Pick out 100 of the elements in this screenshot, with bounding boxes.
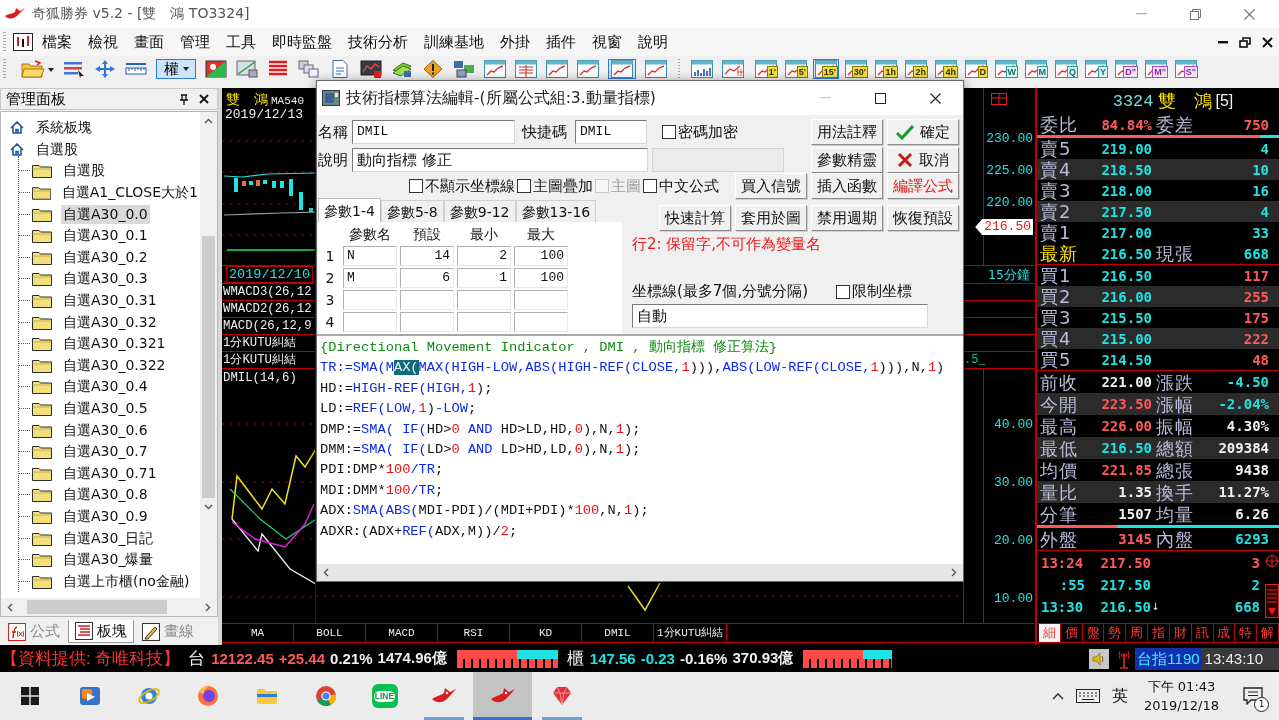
close-icon[interactable] bbox=[199, 94, 209, 104]
tree-item[interactable]: 自選A30_0.322 bbox=[61, 355, 168, 375]
chart-icon[interactable] bbox=[236, 60, 258, 78]
parameter-cell[interactable]: 6 bbox=[400, 268, 454, 288]
dialog-button[interactable]: 參數精靈 bbox=[811, 147, 883, 173]
tree-item[interactable]: 自選A30_0.321 bbox=[61, 334, 168, 354]
list-icon[interactable] bbox=[63, 60, 85, 78]
grid-chart-window-icon[interactable] bbox=[722, 60, 744, 78]
period-button[interactable]: M" bbox=[1143, 59, 1169, 79]
dialog-button[interactable]: 取消 bbox=[887, 147, 959, 173]
chart-app-icon[interactable] bbox=[13, 33, 33, 51]
parameter-cell[interactable]: 100 bbox=[514, 246, 568, 266]
period-button[interactable]: W bbox=[993, 59, 1019, 79]
tree-item[interactable]: 自選A30_0.3 bbox=[61, 269, 150, 289]
parameter-cell[interactable]: M bbox=[343, 268, 397, 288]
dialog-button[interactable]: 確定 bbox=[887, 119, 959, 145]
tree-item[interactable]: 自選A30_0.71 bbox=[61, 463, 159, 483]
quote-tab[interactable]: 周 bbox=[1126, 624, 1149, 642]
tree-item[interactable]: 自選A30_0.31 bbox=[61, 291, 159, 311]
parameter-cell[interactable] bbox=[400, 312, 454, 332]
table-window-icon[interactable] bbox=[515, 60, 537, 78]
period-button[interactable]: S" bbox=[1173, 59, 1199, 79]
quote-tab[interactable]: 成 bbox=[1213, 624, 1236, 642]
antenna-icon[interactable] bbox=[1117, 648, 1132, 669]
caret-icon[interactable] bbox=[48, 68, 54, 72]
parameter-cell[interactable] bbox=[514, 290, 568, 310]
chart-tab[interactable]: 1分KUTU糾結 bbox=[654, 624, 727, 642]
parameter-cell[interactable] bbox=[457, 312, 511, 332]
shortcut-field[interactable]: DMIL bbox=[575, 120, 647, 144]
taskbar-time[interactable]: 下午 01:43 bbox=[1147, 677, 1216, 696]
tree-item[interactable]: 自選股 bbox=[34, 139, 80, 159]
period-button[interactable]: 5' bbox=[783, 59, 809, 79]
dialog-button[interactable]: 用法註釋 bbox=[811, 119, 883, 145]
menu-item[interactable]: 檔案 bbox=[34, 32, 80, 52]
menu-item[interactable]: 畫面 bbox=[126, 32, 172, 52]
tree-item[interactable]: 自選A30_0.1 bbox=[61, 226, 150, 246]
restore-icon[interactable] bbox=[1239, 36, 1251, 48]
chart-tab[interactable]: BOLL bbox=[294, 624, 366, 642]
horizontal-scrollbar[interactable] bbox=[1, 598, 217, 616]
bar-chart-window-icon[interactable] bbox=[691, 60, 713, 78]
pin-icon[interactable] bbox=[179, 93, 189, 105]
tree-item[interactable]: 自選A30_日記 bbox=[61, 528, 156, 548]
checkbox-label[interactable]: 不顯示坐標線 bbox=[425, 176, 515, 196]
tree-item[interactable]: 自選股 bbox=[61, 161, 107, 181]
taskbar-button[interactable] bbox=[473, 672, 532, 720]
parameter-cell[interactable]: 100 bbox=[514, 268, 568, 288]
ruler-icon[interactable] bbox=[125, 60, 147, 78]
code-editor[interactable] bbox=[317, 334, 963, 564]
chart-tab[interactable]: MACD bbox=[366, 624, 438, 642]
dialog-button[interactable]: 快速計算 bbox=[659, 205, 731, 231]
menu-item[interactable]: 視窗 bbox=[584, 32, 630, 52]
maximize-icon[interactable] bbox=[875, 92, 886, 104]
folder-icon[interactable] bbox=[21, 60, 45, 78]
period-button[interactable]: 1' bbox=[753, 59, 779, 79]
menu-item[interactable]: 檢視 bbox=[80, 32, 126, 52]
keyboard-icon[interactable] bbox=[1076, 689, 1101, 703]
quote-tab[interactable]: 訊 bbox=[1191, 624, 1214, 642]
checkbox-label[interactable]: 主圖疊加 bbox=[533, 176, 593, 196]
dialog-button[interactable]: 禁用週期 bbox=[811, 205, 883, 231]
axis-field[interactable]: 自動 bbox=[632, 304, 928, 328]
dialog-button[interactable]: 插入函數 bbox=[811, 173, 883, 199]
panel-tab[interactable]: 板塊 bbox=[68, 620, 134, 643]
scrollbar-thumb[interactable] bbox=[202, 236, 215, 498]
quote-tab[interactable]: 價 bbox=[1060, 624, 1083, 642]
document-icon[interactable] bbox=[329, 60, 351, 78]
checkbox[interactable] bbox=[643, 179, 657, 193]
warning-icon[interactable] bbox=[422, 60, 444, 78]
quote-tab[interactable]: 勢 bbox=[1104, 624, 1127, 642]
quote-tab[interactable]: 指 bbox=[1148, 624, 1170, 642]
close-icon[interactable] bbox=[1262, 36, 1273, 48]
tree-item[interactable]: 自選A30_0.4 bbox=[61, 377, 150, 397]
menu-item[interactable]: 管理 bbox=[172, 32, 218, 52]
parameter-cell[interactable]: 1 bbox=[457, 268, 511, 288]
tree-item[interactable]: 自選A30_0.9 bbox=[61, 507, 150, 526]
period-button[interactable]: 15' bbox=[813, 59, 839, 79]
taskbar-date[interactable]: 2019/12/18 bbox=[1144, 696, 1219, 715]
window-icon[interactable] bbox=[990, 93, 1007, 105]
computer-icon[interactable] bbox=[453, 60, 475, 78]
menu-item[interactable]: 訓練基地 bbox=[416, 32, 492, 52]
chart-tab[interactable]: DMIL bbox=[582, 624, 654, 642]
period-button[interactable]: D" bbox=[1113, 59, 1139, 79]
tree-item[interactable]: 自選A30_0.7 bbox=[61, 442, 150, 462]
description-field[interactable]: 動向指標 修正 bbox=[352, 148, 648, 172]
parameter-cell[interactable] bbox=[343, 290, 397, 310]
checkbox[interactable] bbox=[662, 125, 676, 139]
period-button[interactable]: Q bbox=[1053, 59, 1079, 79]
notification-icon[interactable] bbox=[1243, 687, 1263, 705]
period-button[interactable]: 4h bbox=[933, 59, 959, 79]
crosshair-icon[interactable] bbox=[1264, 554, 1279, 568]
chart-tab[interactable]: RSI bbox=[438, 624, 510, 642]
period-button[interactable]: Y bbox=[1083, 59, 1109, 79]
parameter-cell[interactable]: 2 bbox=[457, 246, 511, 266]
scroll-right-icon[interactable] bbox=[205, 602, 211, 612]
menu-item[interactable]: 外掛 bbox=[492, 32, 538, 52]
chart-tab[interactable]: KD bbox=[510, 624, 582, 642]
dialog-button[interactable]: 編譯公式 bbox=[887, 173, 959, 199]
menu-item[interactable]: 技術分析 bbox=[340, 32, 416, 52]
chart-tab[interactable]: MA bbox=[222, 624, 294, 642]
minimize-icon[interactable] bbox=[1218, 40, 1228, 44]
close-icon[interactable] bbox=[930, 92, 941, 104]
